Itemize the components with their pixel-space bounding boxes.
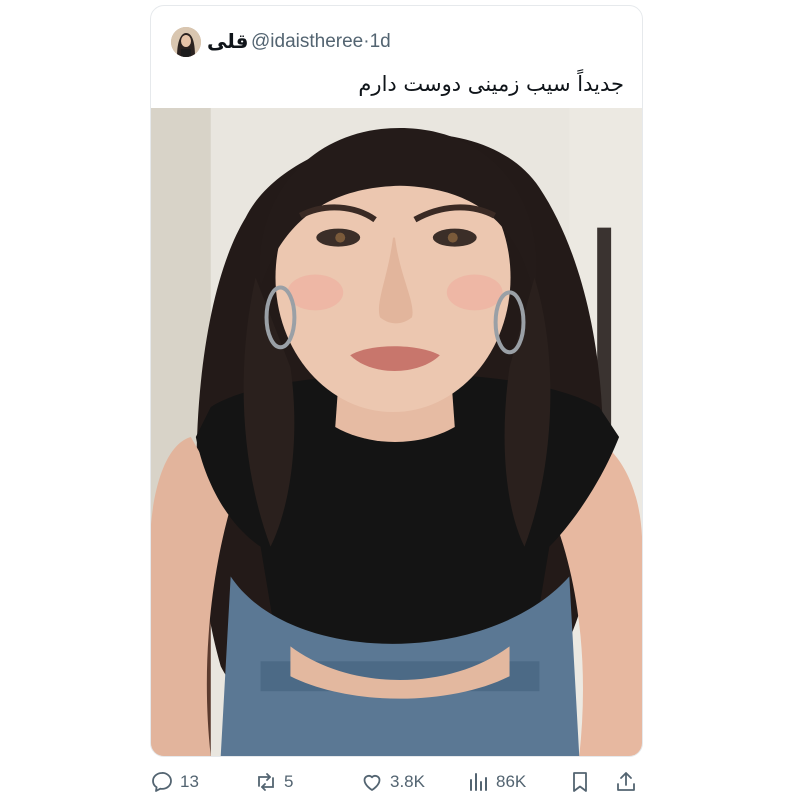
heart-icon (363, 774, 381, 791)
views-icon (470, 773, 487, 791)
post-header: قلی @idaistheree·1d جدیداً سیب زمینی دوس… (151, 6, 642, 108)
repost-count: 5 (284, 772, 294, 791)
post-photo[interactable] (151, 108, 642, 756)
views-count: 86K (496, 772, 527, 791)
share-icon (617, 772, 635, 791)
avatar[interactable] (171, 27, 201, 57)
reply-icon (152, 772, 172, 792)
selfie-image (151, 108, 642, 756)
repost-button[interactable]: 5 (254, 769, 293, 795)
post-age[interactable]: 1d (370, 31, 391, 52)
repost-icon (258, 773, 274, 791)
bookmark-icon (573, 772, 587, 792)
post-actions: 13 5 3.8K 86K (150, 765, 643, 799)
views-button[interactable]: 86K (466, 769, 526, 795)
like-button[interactable]: 3.8K (360, 769, 425, 795)
share-button[interactable] (614, 769, 638, 795)
like-count: 3.8K (390, 772, 425, 791)
author-name[interactable]: قلی (207, 28, 249, 54)
bookmark-button[interactable] (568, 769, 592, 795)
reply-count: 13 (180, 772, 199, 791)
post-card[interactable]: قلی @idaistheree·1d جدیداً سیب زمینی دوس… (150, 5, 643, 757)
post-text: جدیداً سیب زمینی دوست دارم (358, 72, 624, 96)
author-handle-and-age[interactable]: @idaistheree·1d (251, 30, 391, 54)
author-handle[interactable]: @idaistheree (251, 31, 363, 52)
reply-button[interactable]: 13 (150, 769, 199, 795)
